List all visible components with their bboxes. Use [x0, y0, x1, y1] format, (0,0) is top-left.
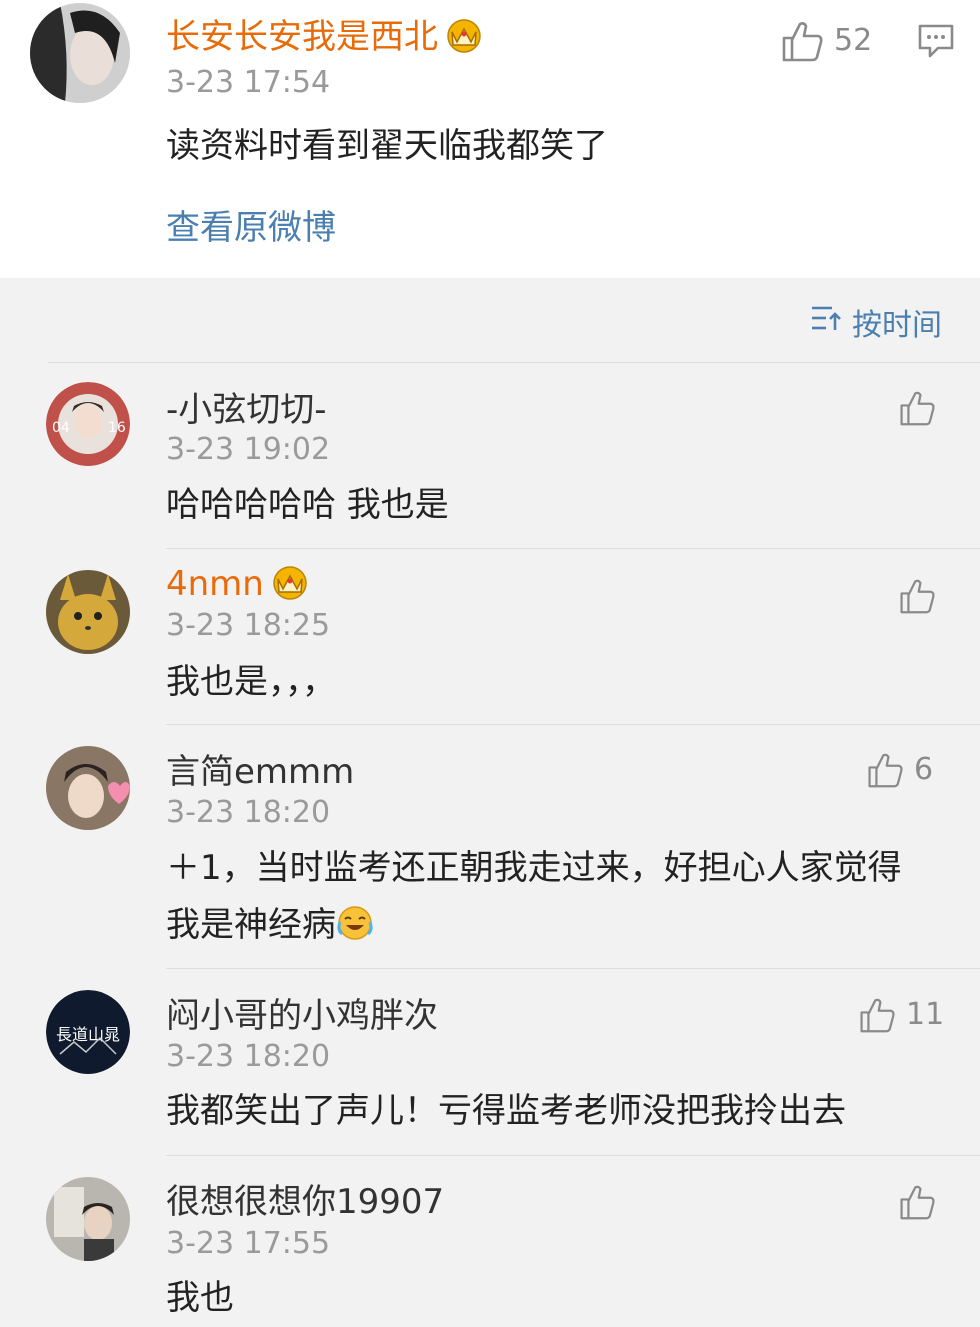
avatar[interactable] — [46, 570, 130, 654]
comment-text: 哈哈哈哈哈 我也是 — [166, 485, 449, 525]
comment-text: 我也是，，， — [166, 662, 336, 702]
laughing-crying-emoji-icon — [336, 903, 374, 960]
thumbs-up-icon — [898, 1184, 936, 1220]
divider — [166, 724, 980, 725]
thumbs-up-icon — [898, 578, 936, 614]
thumbs-up-icon — [858, 997, 896, 1033]
like-button[interactable] — [898, 390, 936, 426]
username[interactable]: 4nmn — [166, 564, 264, 604]
avatar[interactable] — [46, 1177, 130, 1261]
comment-time: 3-23 18:20 — [166, 1039, 331, 1074]
crown-icon — [444, 16, 484, 63]
comment-time: 3-23 17:55 — [166, 1226, 331, 1261]
thumbs-up-icon — [898, 390, 936, 426]
sort-label: 按时间 — [852, 308, 942, 343]
thumbs-up-icon — [780, 20, 824, 62]
like-button[interactable] — [898, 1184, 936, 1220]
avatar[interactable] — [46, 746, 130, 830]
sort-by-time-button[interactable]: 按时间 — [810, 300, 942, 344]
like-count: 52 — [834, 23, 873, 58]
comment-text: 我都笑出了声儿！亏得监考老师没把我拎出去 — [166, 1091, 846, 1131]
comment-text: ＋1，当时监考还正朝我走过来，好担心人家觉得我是神经病 — [166, 848, 902, 945]
username[interactable]: 闷小哥的小鸡胖次 — [166, 996, 438, 1036]
avatar[interactable] — [30, 3, 130, 103]
comment-text: 读资料时看到翟天临我都笑了 — [166, 126, 608, 166]
username[interactable]: 很想很想你19907 — [166, 1182, 444, 1222]
thumbs-up-icon — [866, 752, 904, 788]
comment-time: 3-23 18:20 — [166, 795, 331, 830]
divider — [166, 968, 980, 969]
like-button[interactable] — [898, 578, 936, 614]
username[interactable]: 言简emmm — [166, 752, 354, 792]
divider — [48, 362, 980, 363]
svg-text:04: 04 — [52, 420, 70, 436]
comment-time: 3-23 19:02 — [166, 432, 331, 467]
username[interactable]: -小弦切切- — [166, 390, 327, 430]
like-button[interactable]: 11 — [858, 997, 944, 1033]
comment-icon[interactable] — [918, 24, 954, 62]
like-count: 6 — [914, 752, 934, 787]
comment-time: 3-23 17:54 — [166, 65, 331, 100]
comment-time: 3-23 18:25 — [166, 608, 331, 643]
crown-icon — [270, 563, 310, 610]
svg-text:長道山晁: 長道山晁 — [56, 1025, 120, 1044]
username[interactable]: 长安长安我是西北 — [166, 17, 438, 57]
view-original-link[interactable]: 查看原微博 — [166, 200, 336, 249]
divider — [166, 548, 980, 549]
main-comment-card: 长安长安我是西北 3-23 17:54 读资料时看到翟天临我都笑了 查看原微博 … — [0, 0, 980, 278]
like-button[interactable]: 6 — [866, 752, 933, 788]
sort-icon — [810, 304, 842, 340]
like-button[interactable]: 52 — [780, 20, 872, 62]
like-count: 11 — [906, 997, 945, 1032]
avatar[interactable]: 04 16 — [46, 382, 130, 466]
svg-text:16: 16 — [108, 420, 126, 436]
avatar[interactable]: 長道山晁 — [46, 990, 130, 1074]
divider — [166, 1155, 980, 1156]
